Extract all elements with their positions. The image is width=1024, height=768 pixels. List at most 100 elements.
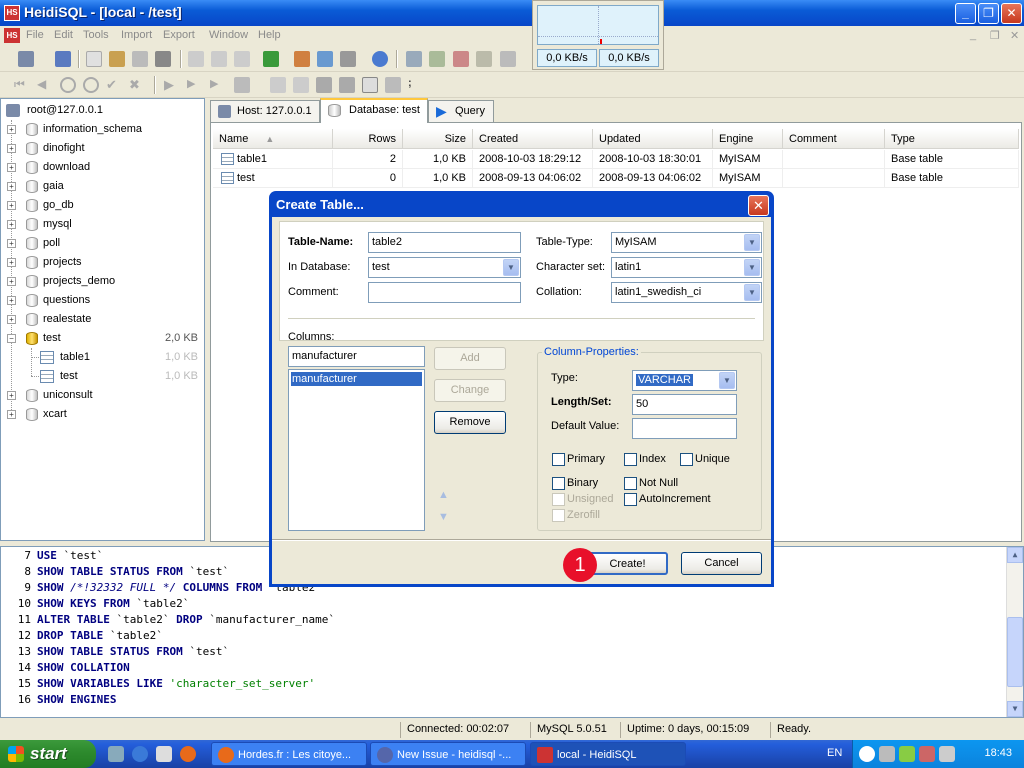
post-edit-icon[interactable]: ✔ xyxy=(106,77,122,93)
expand-icon[interactable]: + xyxy=(7,144,16,153)
help-icon[interactable] xyxy=(372,51,388,67)
disconnect-icon[interactable] xyxy=(55,51,71,67)
firefox-icon[interactable] xyxy=(180,746,196,762)
expand-icon[interactable]: + xyxy=(7,277,16,286)
start-button[interactable]: start xyxy=(0,740,96,768)
list-item[interactable]: manufacturer xyxy=(291,372,422,386)
table-row[interactable]: table1 2 1,0 KB 2008-10-03 18:29:12 2008-10-… xyxy=(211,150,1021,169)
move-up-icon[interactable]: ▲ xyxy=(438,489,449,501)
col-header-name[interactable]: Name ▲ xyxy=(213,129,333,149)
expand-icon[interactable]: + xyxy=(7,296,16,305)
tab-query[interactable]: ▶ Query xyxy=(428,100,494,122)
run-query-icon[interactable]: ▶ xyxy=(164,77,180,93)
insert-file-icon[interactable] xyxy=(429,51,445,67)
tree-item-database[interactable]: + gaia xyxy=(1,177,204,196)
dialog-close-button[interactable]: ✕ xyxy=(748,195,769,216)
table-tool-icon[interactable] xyxy=(406,51,422,67)
language-indicator[interactable]: EN xyxy=(827,747,842,759)
tab-host[interactable]: Host: 127.0.0.1 xyxy=(210,100,320,122)
scroll-down-icon[interactable]: ▼ xyxy=(1007,701,1023,717)
length-input[interactable]: 50 xyxy=(632,394,737,415)
scroll-thumb[interactable] xyxy=(1007,617,1023,687)
tray-arrow-icon[interactable] xyxy=(859,746,875,762)
col-header-type[interactable]: Type xyxy=(885,129,1019,149)
remove-button[interactable]: Remove xyxy=(434,411,506,434)
unsigned-checkbox[interactable] xyxy=(552,493,565,506)
col-header-engine[interactable]: Engine xyxy=(713,129,783,149)
col-header-created[interactable]: Created xyxy=(473,129,593,149)
tree-item-database[interactable]: + projects_demo xyxy=(1,272,204,291)
delimiter-icon[interactable]: ; xyxy=(408,77,424,93)
collapse-icon[interactable]: − xyxy=(7,334,16,343)
col-header-updated[interactable]: Updated xyxy=(593,129,713,149)
menu-help[interactable]: Help xyxy=(258,29,281,41)
scroll-up-icon[interactable]: ▲ xyxy=(1007,547,1023,563)
query-help-icon[interactable] xyxy=(316,77,332,93)
volume-icon[interactable] xyxy=(939,746,955,762)
default-value-input[interactable] xyxy=(632,418,737,439)
menu-window[interactable]: Window xyxy=(209,29,248,41)
close-button[interactable]: ✕ xyxy=(1001,3,1022,24)
task-heidisql[interactable]: local - HeidiSQL xyxy=(530,742,686,766)
load-sql-icon[interactable] xyxy=(234,77,250,93)
save-snippet-icon[interactable] xyxy=(293,77,309,93)
move-down-icon[interactable]: ▼ xyxy=(438,511,449,523)
expand-icon[interactable]: + xyxy=(7,125,16,134)
expand-icon[interactable]: + xyxy=(7,182,16,191)
word-wrap-icon[interactable] xyxy=(385,77,401,93)
connect-icon[interactable] xyxy=(18,51,34,67)
zerofill-checkbox[interactable] xyxy=(552,509,565,522)
not-null-checkbox[interactable] xyxy=(624,477,637,490)
create-button[interactable]: Create! xyxy=(587,552,668,575)
expand-icon[interactable]: + xyxy=(7,258,16,267)
tree-item-database[interactable]: + mysql xyxy=(1,215,204,234)
save-sql-icon[interactable] xyxy=(270,77,286,93)
tree-item-database[interactable]: + uniconsult xyxy=(1,386,204,405)
tree-item-database[interactable]: + xcart xyxy=(1,405,204,424)
menu-edit[interactable]: Edit xyxy=(54,29,73,41)
task-new-issue[interactable]: New Issue - heidisql -... xyxy=(370,742,526,766)
tree-root[interactable]: root@127.0.0.1 xyxy=(1,101,204,120)
run-line-icon[interactable]: ▶ xyxy=(210,77,226,93)
type-select[interactable]: VARCHAR ▼ xyxy=(632,370,737,391)
unique-checkbox[interactable] xyxy=(680,453,693,466)
expand-icon[interactable]: + xyxy=(7,315,16,324)
expand-icon[interactable]: + xyxy=(7,201,16,210)
change-button[interactable]: Change xyxy=(434,379,506,402)
user-manager-icon[interactable] xyxy=(294,51,310,67)
add-button[interactable]: Add xyxy=(434,347,506,370)
columns-list[interactable]: manufacturer xyxy=(288,369,425,531)
edit-table-icon[interactable] xyxy=(211,51,227,67)
export-icon[interactable] xyxy=(317,51,333,67)
tree-item-database[interactable]: + poll xyxy=(1,234,204,253)
column-name-input[interactable]: manufacturer xyxy=(288,346,425,367)
delete-record-icon[interactable] xyxy=(83,77,99,93)
expand-icon[interactable]: + xyxy=(7,410,16,419)
maximize-button[interactable]: ❐ xyxy=(978,3,999,24)
cancel-edit-icon[interactable]: ✖ xyxy=(129,77,145,93)
database-tree[interactable]: root@127.0.0.1 + information_schema + dinof… xyxy=(0,98,205,541)
menu-tools[interactable]: Tools xyxy=(83,29,109,41)
mdi-restore-icon[interactable]: ❐ xyxy=(990,29,1000,42)
tree-item-database[interactable]: + questions xyxy=(1,291,204,310)
refresh-icon[interactable] xyxy=(263,51,279,67)
tree-item-database[interactable]: + dinofight xyxy=(1,139,204,158)
expand-icon[interactable]: + xyxy=(7,239,16,248)
tree-item-database[interactable]: + go_db xyxy=(1,196,204,215)
in-database-select[interactable]: test ▼ xyxy=(368,257,521,278)
internet-explorer-icon[interactable] xyxy=(132,746,148,762)
tab-database[interactable]: Database: test xyxy=(320,98,428,123)
index-checkbox[interactable] xyxy=(624,453,637,466)
minimize-button[interactable]: _ xyxy=(955,3,976,24)
mdi-minimize-icon[interactable]: _ xyxy=(970,29,976,41)
find-icon[interactable] xyxy=(339,77,355,93)
tree-item-database[interactable]: + realestate xyxy=(1,310,204,329)
flush-icon[interactable] xyxy=(500,51,516,67)
run-selection-icon[interactable]: ▶ xyxy=(187,77,203,93)
filter-icon[interactable] xyxy=(476,51,492,67)
new-table-icon[interactable] xyxy=(188,51,204,67)
binary-checkbox[interactable] xyxy=(552,477,565,490)
maintenance-icon[interactable] xyxy=(340,51,356,67)
menu-import[interactable]: Import xyxy=(121,29,152,41)
table-name-input[interactable]: table2 xyxy=(368,232,521,253)
